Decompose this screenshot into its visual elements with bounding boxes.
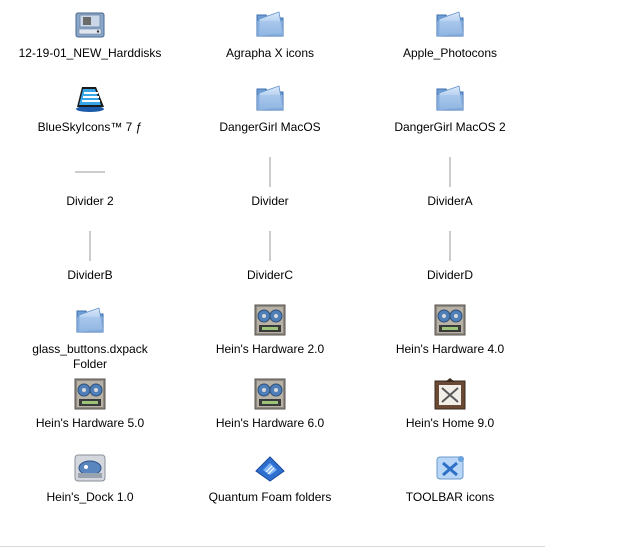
dock-icon <box>74 452 106 484</box>
item-label: Hein's Hardware 5.0 <box>35 416 145 430</box>
item-label: Quantum Foam folders <box>208 490 332 504</box>
desktop-item[interactable]: Hein's Hardware 6.0 <box>180 378 360 452</box>
desktop-item[interactable]: Apple_Photocons <box>360 8 540 82</box>
item-label: Hein's Hardware 4.0 <box>395 342 505 356</box>
item-label: 12-19-01_NEW_Harddisks <box>18 46 162 60</box>
window-bottom-edge <box>0 546 545 547</box>
vertical-divider-icon <box>434 230 466 262</box>
vertical-divider-icon <box>434 156 466 188</box>
desktop-item[interactable]: TOOLBAR icons <box>360 452 540 526</box>
hardware-icon <box>434 304 466 336</box>
desktop-item[interactable]: Quantum Foam folders <box>180 452 360 526</box>
home-frame-icon <box>434 378 466 410</box>
vertical-divider-icon <box>254 156 286 188</box>
item-label: DangerGirl MacOS 2 <box>394 120 506 134</box>
desktop-item[interactable]: 12-19-01_NEW_Harddisks <box>0 8 180 82</box>
desktop-item[interactable]: DividerB <box>0 230 180 304</box>
bluesky-app-icon <box>74 82 106 114</box>
item-label: Hein's Home 9.0 <box>405 416 495 430</box>
desktop-item[interactable]: DividerD <box>360 230 540 304</box>
item-label: Divider 2 <box>66 194 114 208</box>
item-label: Divider <box>251 194 289 208</box>
item-label: DangerGirl MacOS <box>219 120 321 134</box>
desktop-item[interactable]: BlueSkyIcons™ 7 ƒ <box>0 82 180 156</box>
folder-icon <box>434 82 466 114</box>
desktop-item[interactable]: Divider 2 <box>0 156 180 230</box>
desktop-item[interactable]: glass_buttons.dxpack Folder <box>0 304 180 378</box>
desktop-item[interactable]: Hein's Hardware 2.0 <box>180 304 360 378</box>
hardware-icon <box>254 378 286 410</box>
item-label: Hein's_Dock 1.0 <box>46 490 134 504</box>
hardware-icon <box>74 378 106 410</box>
item-label: DividerA <box>427 194 473 208</box>
item-label: TOOLBAR icons <box>405 490 495 504</box>
item-label: Apple_Photocons <box>402 46 498 60</box>
item-label: glass_buttons.dxpack Folder <box>32 342 148 371</box>
folder-icon <box>254 82 286 114</box>
vertical-divider-icon <box>254 230 286 262</box>
desktop-item[interactable]: DangerGirl MacOS <box>180 82 360 156</box>
desktop-item[interactable]: Hein's Home 9.0 <box>360 378 540 452</box>
harddisk-folder-icon <box>74 8 106 40</box>
item-label: Hein's Hardware 2.0 <box>215 342 325 356</box>
horizontal-divider-icon <box>74 156 106 188</box>
desktop-item[interactable]: Divider <box>180 156 360 230</box>
desktop-item[interactable]: Hein's_Dock 1.0 <box>0 452 180 526</box>
item-label: DividerB <box>67 268 113 282</box>
item-label: BlueSkyIcons™ 7 ƒ <box>37 120 143 134</box>
item-label: DividerD <box>426 268 473 282</box>
desktop-item[interactable]: DividerA <box>360 156 540 230</box>
blue-foam-icon <box>254 452 286 484</box>
desktop-item[interactable]: Hein's Hardware 4.0 <box>360 304 540 378</box>
desktop-item[interactable]: DividerC <box>180 230 360 304</box>
desktop-item[interactable]: Agrapha X icons <box>180 8 360 82</box>
vertical-divider-icon <box>74 230 106 262</box>
hardware-icon <box>254 304 286 336</box>
item-label: DividerC <box>246 268 293 282</box>
item-label: Hein's Hardware 6.0 <box>215 416 325 430</box>
item-label: Agrapha X icons <box>225 46 315 60</box>
desktop-item[interactable]: DangerGirl MacOS 2 <box>360 82 540 156</box>
toolbar-icon <box>434 452 466 484</box>
folder-icon <box>74 304 106 336</box>
desktop-item[interactable]: Hein's Hardware 5.0 <box>0 378 180 452</box>
folder-icon <box>254 8 286 40</box>
folder-icon <box>434 8 466 40</box>
